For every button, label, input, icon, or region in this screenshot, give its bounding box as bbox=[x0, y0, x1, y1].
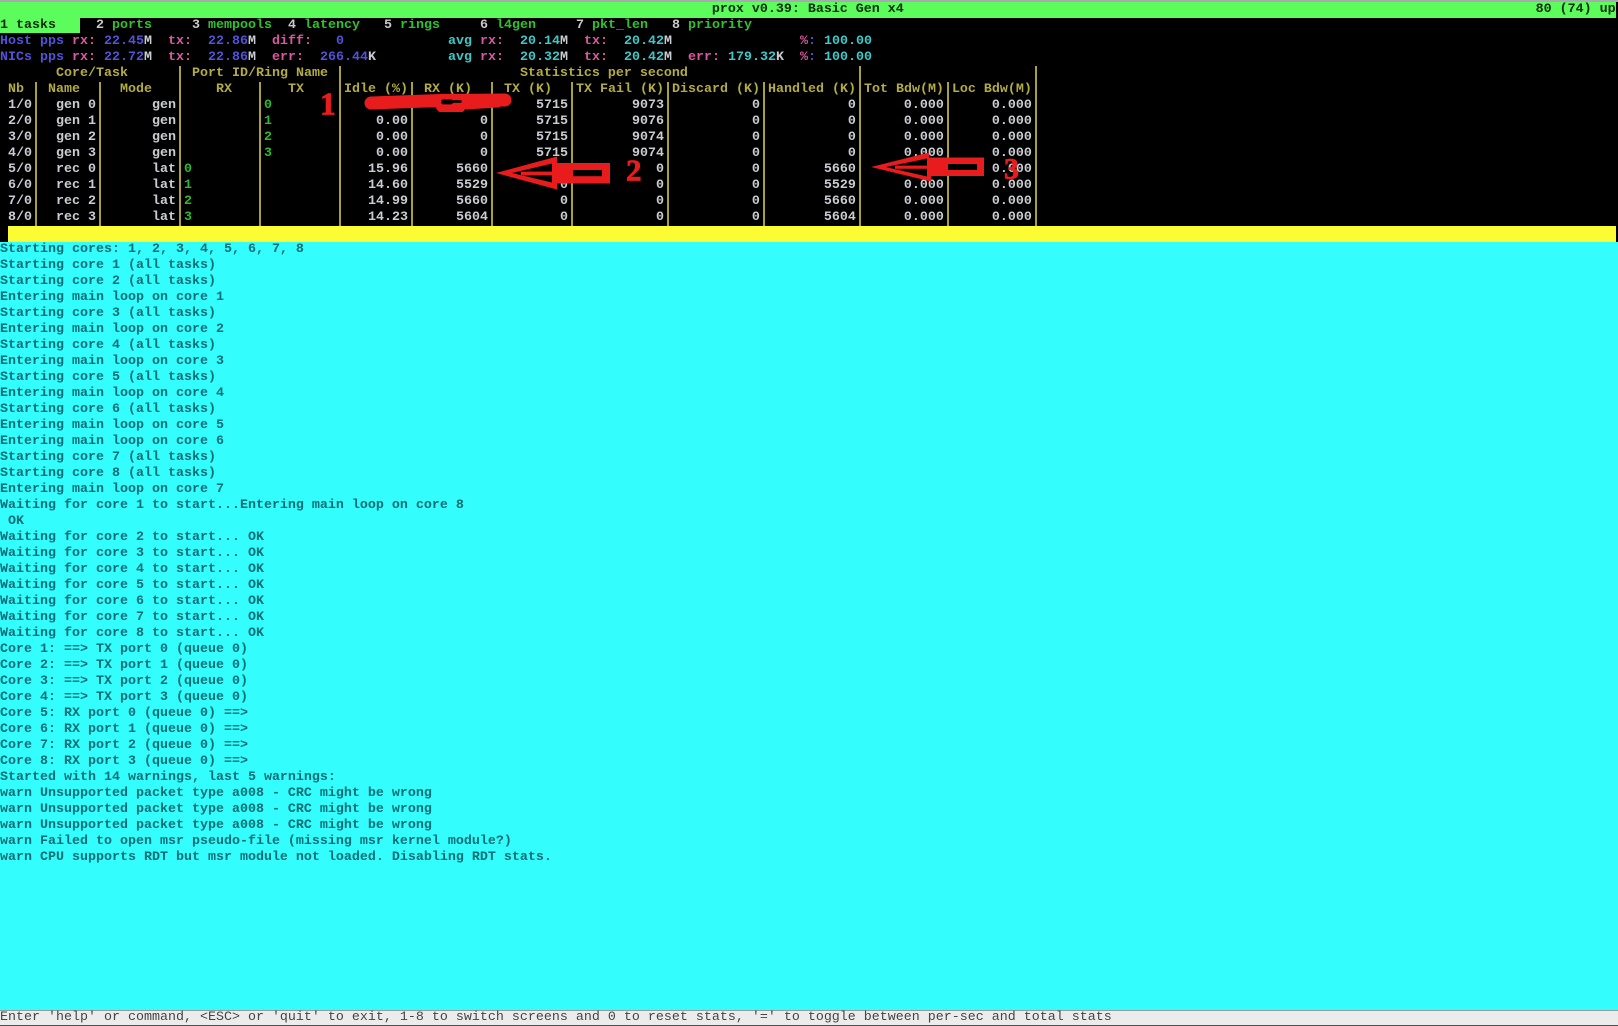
svg-text:1: 1 bbox=[320, 87, 336, 122]
svg-text:3: 3 bbox=[1004, 152, 1019, 185]
svg-text:2: 2 bbox=[626, 153, 642, 188]
